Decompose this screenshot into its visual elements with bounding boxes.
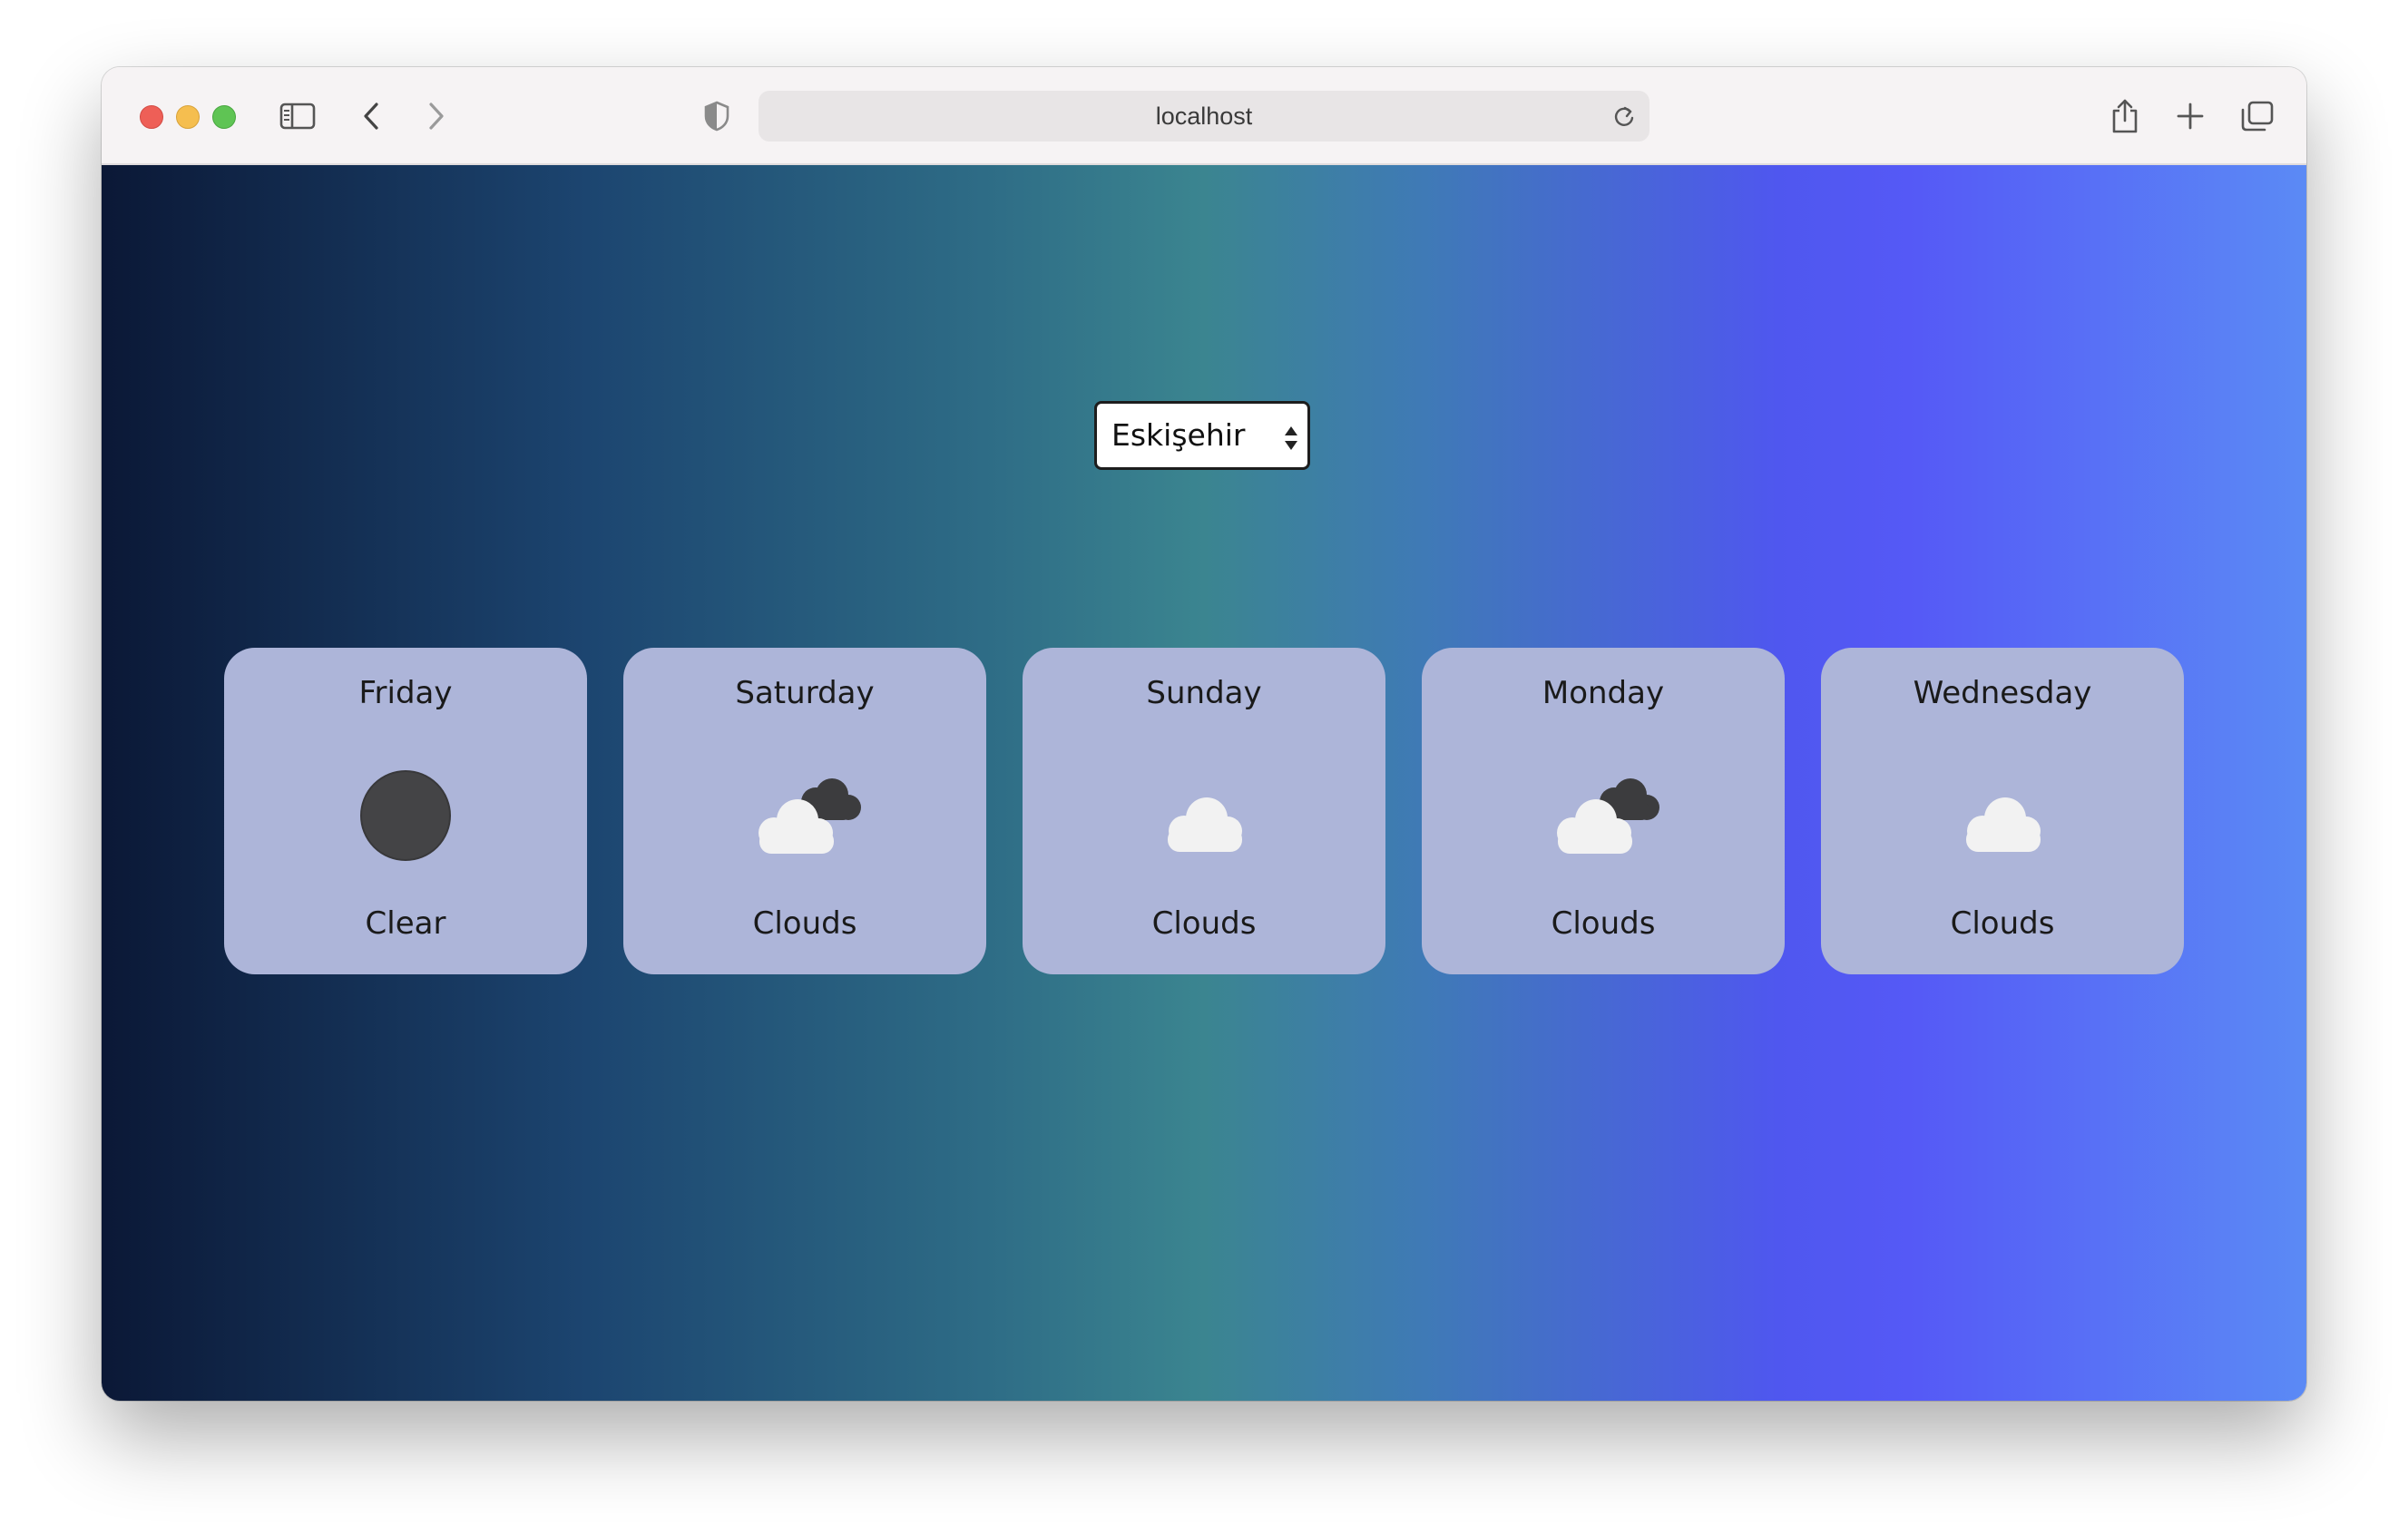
privacy-shield-icon[interactable]	[697, 98, 737, 134]
broken-clouds-icon	[759, 778, 861, 854]
forecast-card-wednesday: Wednesday Clouds	[1821, 648, 2184, 974]
forward-arrow-icon[interactable]	[416, 98, 455, 134]
forecast-condition: Clouds	[1551, 905, 1656, 942]
sidebar-icon[interactable]	[278, 98, 318, 134]
forecast-day: Saturday	[735, 675, 875, 711]
share-icon[interactable]	[2105, 98, 2145, 134]
forecast-day: Sunday	[1146, 675, 1262, 711]
browser-window: localhost Eskişehir Friday Clear Saturda…	[102, 67, 2306, 1401]
weather-page: Eskişehir Friday Clear Saturday Clouds S…	[102, 165, 2306, 1401]
browser-toolbar: localhost	[102, 67, 2306, 165]
address-bar[interactable]: localhost	[759, 91, 1649, 142]
back-arrow-icon[interactable]	[352, 98, 392, 134]
tab-overview-icon[interactable]	[2237, 98, 2277, 134]
close-window-button[interactable]	[140, 105, 163, 129]
forecast-day: Friday	[358, 675, 453, 711]
cloud-icon	[1168, 797, 1242, 852]
forecast-day: Monday	[1542, 675, 1665, 711]
minimize-window-button[interactable]	[176, 105, 200, 129]
cloud-icon	[1966, 797, 2041, 852]
forecast-condition: Clouds	[1950, 905, 2055, 942]
forecast-card-monday: Monday Clouds	[1422, 648, 1785, 974]
clear-moon-icon	[360, 770, 451, 861]
new-tab-plus-icon[interactable]	[2170, 98, 2210, 134]
city-select-value: Eskişehir	[1111, 417, 1246, 453]
forecast-cards: Friday Clear Saturday Clouds Sunday Clou…	[224, 648, 2184, 974]
reload-icon[interactable]	[1611, 103, 1637, 129]
forecast-card-friday: Friday Clear	[224, 648, 587, 974]
forecast-condition: Clear	[365, 905, 446, 942]
forecast-card-saturday: Saturday Clouds	[623, 648, 986, 974]
broken-clouds-icon	[1557, 778, 1659, 854]
forecast-condition: Clouds	[752, 905, 857, 942]
forecast-condition: Clouds	[1151, 905, 1257, 942]
zoom-window-button[interactable]	[212, 105, 236, 129]
forecast-card-sunday: Sunday Clouds	[1023, 648, 1385, 974]
city-select[interactable]: Eskişehir	[1094, 401, 1310, 470]
select-stepper-icon	[1285, 426, 1297, 450]
url-text: localhost	[1155, 103, 1253, 130]
forecast-day: Wednesday	[1913, 675, 2092, 711]
